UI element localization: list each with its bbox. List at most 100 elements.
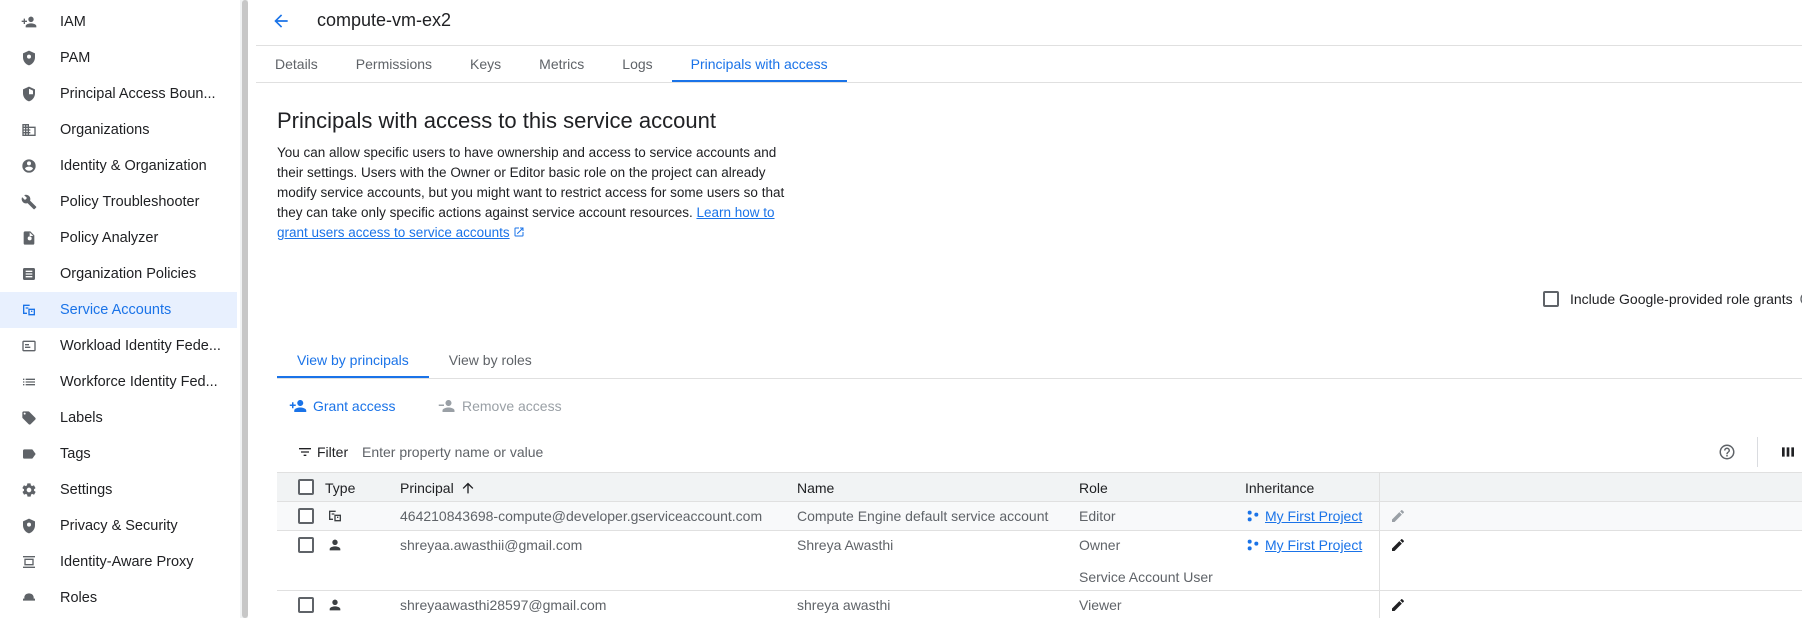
sidebar: IAM PAM Principal Access Boun... Organiz… xyxy=(0,0,237,618)
sidebar-item-label: Workforce Identity Fed... xyxy=(60,374,218,390)
sidebar-item-service-accounts[interactable]: Service Accounts xyxy=(0,292,237,328)
sidebar-item-label: Organizations xyxy=(60,122,150,138)
sidebar-item-tags[interactable]: Tags xyxy=(0,436,237,472)
principal-cell: shreyaawasthi28597@gmail.com xyxy=(400,597,607,613)
sidebar-item-principal-access-boundary[interactable]: Principal Access Boun... xyxy=(0,76,237,112)
tab-bar: Details Permissions Keys Metrics Logs Pr… xyxy=(256,46,847,82)
sidebar-item-pam[interactable]: PAM xyxy=(0,40,237,76)
inheritance-link[interactable]: My First Project xyxy=(1245,508,1362,524)
toolbar-divider xyxy=(1757,437,1758,467)
help-icon[interactable] xyxy=(1799,291,1802,307)
sidebar-item-labels[interactable]: Labels xyxy=(0,400,237,436)
filter-label: Filter xyxy=(317,444,349,460)
name-cell: Compute Engine default service account xyxy=(797,508,1049,524)
document-search-icon xyxy=(20,229,38,247)
tab-permissions[interactable]: Permissions xyxy=(337,46,451,82)
sidebar-item-organizations[interactable]: Organizations xyxy=(0,112,237,148)
column-header-principal[interactable]: Principal xyxy=(400,480,476,496)
sidebar-item-label: Settings xyxy=(60,482,113,498)
sidebar-item-identity-aware-proxy[interactable]: Identity-Aware Proxy xyxy=(0,544,237,580)
sidebar-item-label: Tags xyxy=(60,446,91,462)
sidebar-item-settings[interactable]: Settings xyxy=(0,472,237,508)
building-icon xyxy=(20,121,38,139)
row-checkbox[interactable] xyxy=(298,508,314,524)
id-card-icon xyxy=(20,337,38,355)
sidebar-item-identity-organization[interactable]: Identity & Organization xyxy=(0,148,237,184)
principal-cell: shreyaa.awasthii@gmail.com xyxy=(400,537,583,553)
sidebar-item-label: IAM xyxy=(60,14,86,30)
grant-access-label: Grant access xyxy=(313,398,396,414)
tab-metrics[interactable]: Metrics xyxy=(520,46,603,82)
sidebar-item-privacy-security[interactable]: Privacy & Security xyxy=(0,508,237,544)
table-row[interactable]: 464210843698-compute@developer.gservicea… xyxy=(277,502,1802,531)
hat-icon xyxy=(20,589,38,607)
column-header-role: Role xyxy=(1079,480,1108,496)
sidebar-item-roles[interactable]: Roles xyxy=(0,580,237,616)
edit-icon[interactable] xyxy=(1390,508,1406,524)
inheritance-link[interactable]: My First Project xyxy=(1245,537,1362,553)
section-description: You can allow specific users to have own… xyxy=(277,143,787,243)
tab-view-by-roles[interactable]: View by roles xyxy=(429,342,552,378)
sidebar-scrollbar-thumb[interactable] xyxy=(242,0,248,618)
sidebar-item-label: Policy Troubleshooter xyxy=(60,194,200,210)
filter-icon xyxy=(297,444,313,460)
row-checkbox[interactable] xyxy=(298,597,314,613)
account-circle-icon xyxy=(20,157,38,175)
edit-icon[interactable] xyxy=(1390,537,1406,553)
sidebar-item-label: Roles xyxy=(60,590,98,606)
filter-bar: Filter xyxy=(277,437,1802,467)
select-all-checkbox[interactable] xyxy=(298,479,314,495)
proxy-icon xyxy=(20,553,38,571)
list-icon xyxy=(20,373,38,391)
sidebar-item-workforce-identity-federation[interactable]: Workforce Identity Fed... xyxy=(0,364,237,400)
sidebar-item-label: Organization Policies xyxy=(60,266,197,282)
column-header-inheritance: Inheritance xyxy=(1245,480,1315,496)
tab-logs[interactable]: Logs xyxy=(603,46,671,82)
sidebar-item-label: Labels xyxy=(60,410,103,426)
shield-icon xyxy=(20,49,38,67)
list-box-icon xyxy=(20,265,38,283)
remove-access-button[interactable]: Remove access xyxy=(438,397,562,415)
sidebar-item-workload-identity-federation[interactable]: Workload Identity Fede... xyxy=(0,328,237,364)
edit-icon[interactable] xyxy=(1390,597,1406,613)
service-account-icon xyxy=(20,301,38,319)
help-icon[interactable] xyxy=(1718,443,1736,461)
back-button[interactable] xyxy=(268,8,294,34)
remove-access-label: Remove access xyxy=(462,398,562,414)
table-row[interactable]: shreyaa.awasthii@gmail.com Shreya Awasth… xyxy=(277,531,1802,591)
column-header-type: Type xyxy=(325,480,356,496)
principals-table: Type Principal Name Role Inheritance 464… xyxy=(277,472,1802,618)
column-display-icon[interactable] xyxy=(1780,444,1796,460)
include-google-label: Include Google-provided role grants xyxy=(1570,291,1793,307)
tab-details[interactable]: Details xyxy=(256,46,337,82)
arrow-back-icon xyxy=(274,14,288,28)
tab-view-by-principals[interactable]: View by principals xyxy=(277,342,429,378)
sidebar-item-policy-analyzer[interactable]: Policy Analyzer xyxy=(0,220,237,256)
filter-input[interactable] xyxy=(362,441,1062,463)
principal-cell: 464210843698-compute@developer.gservicea… xyxy=(400,508,763,524)
column-divider xyxy=(1379,473,1380,503)
grant-access-button[interactable]: Grant access xyxy=(289,397,395,415)
tab-principals-with-access[interactable]: Principals with access xyxy=(671,46,847,82)
sidebar-item-label: Workload Identity Fede... xyxy=(60,338,221,354)
inheritance-label: My First Project xyxy=(1265,537,1363,553)
inheritance-label: My First Project xyxy=(1265,508,1363,524)
sidebar-item-iam[interactable]: IAM xyxy=(0,4,237,40)
person-add-icon xyxy=(289,400,307,412)
sidebar-item-label: Identity-Aware Proxy xyxy=(60,554,194,570)
name-cell: Shreya Awasthi xyxy=(797,537,894,553)
sidebar-item-label: Identity & Organization xyxy=(60,158,207,174)
include-google-checkbox[interactable] xyxy=(1543,291,1559,307)
sidebar-item-policy-troubleshooter[interactable]: Policy Troubleshooter xyxy=(0,184,237,220)
column-divider xyxy=(1379,591,1380,618)
sort-ascending-icon xyxy=(462,482,474,494)
row-checkbox[interactable] xyxy=(298,537,314,553)
include-google-role-grants: Include Google-provided role grants xyxy=(1543,291,1802,307)
sidebar-item-organization-policies[interactable]: Organization Policies xyxy=(0,256,237,292)
role-cell: Owner xyxy=(1079,537,1121,553)
sidebar-item-label: Principal Access Boun... xyxy=(60,86,216,102)
table-row[interactable]: shreyaawasthi28597@gmail.com shreya awas… xyxy=(277,591,1802,618)
tab-keys[interactable]: Keys xyxy=(451,46,520,82)
sidebar-item-label: Service Accounts xyxy=(60,302,172,318)
shield-gear-icon xyxy=(20,85,38,103)
